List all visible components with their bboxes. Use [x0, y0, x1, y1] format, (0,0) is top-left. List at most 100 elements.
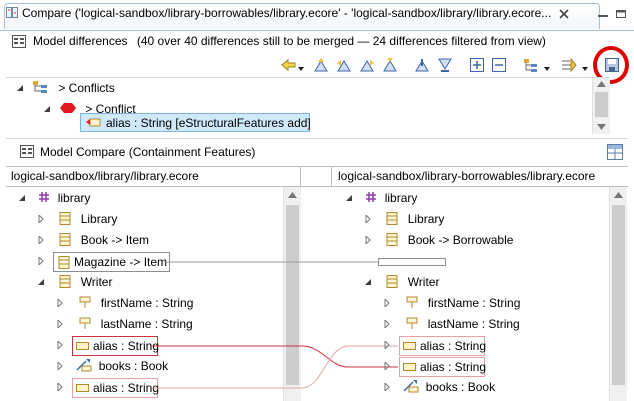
- expanded-twisty-icon[interactable]: [16, 84, 24, 92]
- expanded-twisty-icon[interactable]: [345, 194, 353, 202]
- tree-row[interactable]: [37, 251, 45, 272]
- chevron-down-icon[interactable]: [544, 61, 550, 71]
- scroll-up-icon[interactable]: [614, 192, 623, 198]
- tree-label: library: [57, 191, 91, 205]
- tree-row[interactable]: Library: [37, 209, 117, 230]
- collapsed-twisty-icon[interactable]: [383, 339, 391, 351]
- collapsed-twisty-icon[interactable]: [383, 297, 391, 309]
- tree-label: Library: [80, 212, 118, 226]
- editor-tab-title[interactable]: Compare ('logical-sandbox/library-borrow…: [22, 6, 552, 20]
- collapsed-twisty-icon[interactable]: [56, 381, 64, 393]
- collapsed-twisty-icon[interactable]: [37, 234, 45, 246]
- insertion-placeholder: [378, 258, 446, 266]
- filter-icon: [562, 57, 577, 73]
- chevron-down-icon[interactable]: [298, 61, 304, 71]
- minimize-icon[interactable]: [596, 8, 610, 20]
- center-header: [301, 166, 332, 186]
- tree-row[interactable]: library: [18, 188, 90, 209]
- scroll-down-icon[interactable]: [597, 124, 606, 130]
- tree-label: books : Book: [425, 380, 496, 394]
- class-icon: [59, 275, 71, 288]
- previous-icon: [438, 58, 452, 72]
- collapsed-twisty-icon[interactable]: [37, 213, 45, 225]
- tree-row[interactable]: Writer: [37, 272, 112, 293]
- collapsed-twisty-icon[interactable]: [56, 339, 64, 351]
- left-path-header: logical-sandbox/library/library.ecore: [6, 166, 301, 186]
- collapsed-twisty-icon[interactable]: [37, 255, 45, 267]
- scroll-thumb[interactable]: [595, 92, 608, 117]
- differences-tree[interactable]: > Conflicts > Conflict alias : String [e…: [6, 78, 592, 134]
- collapsed-twisty-icon[interactable]: [364, 213, 372, 225]
- filter-button[interactable]: [560, 56, 578, 74]
- previous-diff-button[interactable]: [280, 56, 298, 74]
- collapsed-twisty-icon[interactable]: [56, 360, 64, 372]
- class-icon: [386, 233, 398, 246]
- next-diff-button[interactable]: [413, 56, 431, 74]
- tree-row[interactable]: [383, 335, 391, 356]
- differences-summary: (40 over 40 differences still to be merg…: [136, 34, 546, 48]
- collapsed-twisty-icon[interactable]: [56, 297, 64, 309]
- accept-all-button[interactable]: [358, 56, 376, 74]
- layout-toggle-icon[interactable]: [607, 144, 623, 160]
- collapsed-twisty-icon[interactable]: [383, 360, 391, 372]
- close-tab-icon[interactable]: [557, 8, 571, 20]
- group-button[interactable]: [522, 56, 540, 74]
- differences-scrollbar[interactable]: [592, 78, 610, 134]
- expanded-twisty-icon[interactable]: [43, 105, 51, 113]
- attribute-icon: [76, 342, 89, 350]
- prev-diff-button[interactable]: [436, 56, 454, 74]
- reject-change-button[interactable]: [335, 56, 353, 74]
- right-model-tree[interactable]: library Library Book -> Borrowable Write…: [333, 187, 609, 401]
- class-icon: [59, 212, 71, 225]
- tree-label: Book -> Borrowable: [407, 233, 514, 247]
- attribute-icon: [79, 296, 91, 308]
- model-differences-header: Model differences (40 over 40 difference…: [33, 34, 546, 56]
- tree-row[interactable]: [56, 335, 64, 356]
- attribute-icon: [76, 384, 89, 392]
- collapsed-twisty-icon[interactable]: [56, 318, 64, 330]
- tree-row[interactable]: [383, 356, 391, 377]
- selected-diff-item[interactable]: alias : String [eStructuralFeatures add]: [80, 113, 311, 132]
- next-icon: [415, 59, 429, 72]
- tree-label: lastName : String: [427, 317, 520, 331]
- compare-icon: [6, 7, 18, 18]
- tree-row[interactable]: [56, 377, 64, 398]
- expanded-twisty-icon[interactable]: [37, 278, 45, 286]
- collapsed-twisty-icon[interactable]: [383, 318, 391, 330]
- tree-row[interactable]: lastName : String: [383, 314, 520, 335]
- tree-row[interactable]: firstName : String: [383, 293, 520, 314]
- tree-row[interactable]: Book -> Item: [37, 230, 149, 251]
- scroll-thumb[interactable]: [612, 205, 625, 385]
- tree-row[interactable]: library: [345, 188, 417, 209]
- tree-label: Writer: [407, 275, 440, 289]
- alias-highlight-box[interactable]: alias : String: [72, 336, 159, 356]
- accept-change-button[interactable]: [312, 56, 330, 74]
- expanded-twisty-icon[interactable]: [18, 194, 26, 202]
- collapsed-twisty-icon[interactable]: [383, 381, 391, 393]
- right-tree-scrollbar[interactable]: [609, 187, 627, 401]
- reference-icon: [76, 359, 92, 372]
- tree-row[interactable]: books : Book: [383, 377, 495, 398]
- tree-row-conflicts[interactable]: > Conflicts: [16, 78, 115, 99]
- scroll-up-icon[interactable]: [597, 81, 606, 87]
- attribute-icon: [406, 317, 418, 329]
- expand-all-button[interactable]: [468, 56, 486, 74]
- class-icon: [59, 233, 71, 246]
- alias-pending-box[interactable]: alias : String: [399, 336, 486, 356]
- expanded-twisty-icon[interactable]: [364, 278, 372, 286]
- alias-pending-box[interactable]: alias : String: [399, 357, 486, 377]
- alias-pending-box[interactable]: alias : String: [72, 378, 159, 398]
- tree-row[interactable]: Writer: [364, 272, 439, 293]
- collapse-all-button[interactable]: [490, 56, 508, 74]
- reject-all-button[interactable]: [381, 56, 399, 74]
- maximize-icon[interactable]: [614, 8, 628, 20]
- tree-label: Library: [407, 212, 445, 226]
- merge-all-right-icon: [360, 60, 374, 72]
- chevron-down-icon[interactable]: [582, 61, 588, 71]
- collapsed-twisty-icon[interactable]: [364, 234, 372, 246]
- package-icon: [39, 192, 50, 202]
- tree-label: firstName : String: [427, 296, 521, 310]
- class-icon: [58, 256, 70, 269]
- tree-row[interactable]: Book -> Borrowable: [364, 230, 513, 251]
- tree-row[interactable]: Library: [364, 209, 444, 230]
